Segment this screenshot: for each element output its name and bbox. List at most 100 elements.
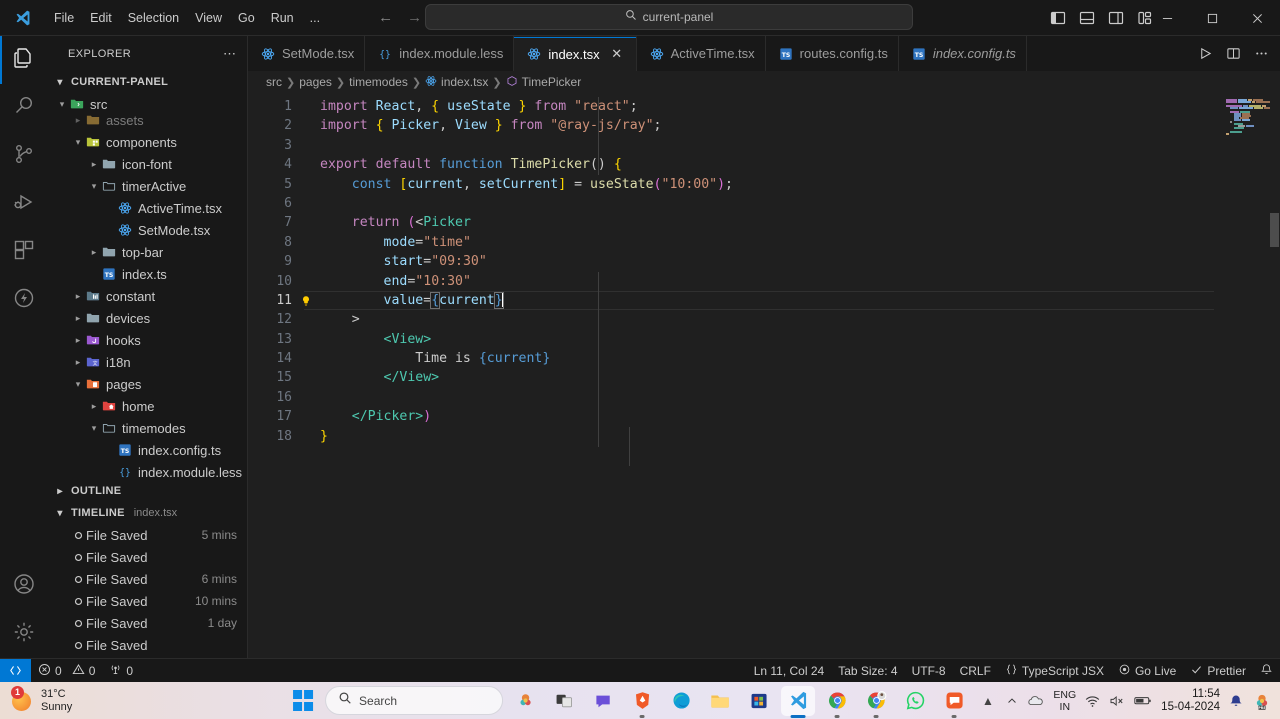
- tree-item-i18n[interactable]: ▸ 文 i18n: [48, 351, 247, 373]
- activity-accounts[interactable]: [0, 562, 48, 610]
- breadcrumb-item-TimePicker[interactable]: TimePicker: [506, 75, 581, 90]
- timeline-item[interactable]: File Saved 5 mins: [48, 524, 247, 546]
- editor-encoding-status[interactable]: UTF-8: [905, 659, 953, 683]
- breadcrumb-item-index-tsx[interactable]: index.tsx: [425, 75, 488, 90]
- menu-file[interactable]: File: [46, 7, 82, 29]
- timeline-item[interactable]: File Saved 1 day: [48, 612, 247, 634]
- copilot-pre-icon[interactable]: PRE: [1252, 691, 1272, 711]
- breadcrumb-item-pages[interactable]: pages: [299, 75, 332, 89]
- timeline-section-header[interactable]: ▾ TIMELINE index.tsx: [48, 502, 247, 524]
- taskbar-whatsapp-icon[interactable]: [898, 686, 932, 716]
- tab-routes-config-ts[interactable]: TS routes.config.ts: [765, 36, 899, 71]
- file-tree[interactable]: ▾ src ▸ assets ▾ components ▸ icon-font …: [48, 93, 247, 480]
- tree-item-index-ts[interactable]: TS index.ts: [48, 263, 247, 285]
- menu-view[interactable]: View: [187, 7, 230, 29]
- taskbar-brave-icon[interactable]: [625, 686, 659, 718]
- tab-SetMode-tsx[interactable]: SetMode.tsx: [248, 36, 366, 71]
- tree-item-index-config-ts[interactable]: TS index.config.ts: [48, 439, 247, 461]
- language-indicator[interactable]: ENG IN: [1053, 689, 1076, 713]
- timeline-item[interactable]: File Saved: [48, 634, 247, 656]
- lightbulb-quickfix-icon[interactable]: [292, 295, 320, 307]
- timeline-item[interactable]: File Saved 10 mins: [48, 590, 247, 612]
- editor-indentation-status[interactable]: Tab Size: 4: [831, 659, 904, 683]
- close-button[interactable]: [1235, 0, 1280, 36]
- tree-item-pages[interactable]: ▾ pages: [48, 373, 247, 395]
- tree-item-home[interactable]: ▸ home: [48, 395, 247, 417]
- start-button[interactable]: [286, 686, 320, 716]
- activity-extensions[interactable]: [0, 228, 48, 276]
- remote-window-button[interactable]: [0, 658, 31, 683]
- activity-run-debug[interactable]: [0, 180, 48, 228]
- taskbar-chrome-icon[interactable]: [820, 686, 854, 718]
- timeline-item[interactable]: File Saved: [48, 546, 247, 568]
- wifi-icon[interactable]: [1085, 694, 1100, 708]
- close-icon[interactable]: ✕: [608, 45, 626, 63]
- timeline-item[interactable]: File Saved 6 mins: [48, 568, 247, 590]
- tree-item-SetMode-tsx[interactable]: SetMode.tsx: [48, 219, 247, 241]
- menu-edit[interactable]: Edit: [82, 7, 120, 29]
- activity-thunder-client[interactable]: [0, 276, 48, 324]
- activity-explorer[interactable]: [0, 36, 48, 84]
- maximize-button[interactable]: [1190, 0, 1235, 36]
- ellipsis-icon[interactable]: ⋯: [217, 46, 243, 62]
- taskbar-copilot-icon[interactable]: [508, 686, 542, 716]
- activity-search[interactable]: [0, 84, 48, 132]
- menu-go[interactable]: Go: [230, 7, 263, 29]
- tab-index-module-less[interactable]: {} index.module.less: [365, 36, 515, 71]
- notifications-status[interactable]: [1253, 659, 1280, 683]
- tree-item-ActiveTime-tsx[interactable]: ActiveTime.tsx: [48, 197, 247, 219]
- taskbar-search[interactable]: Search: [325, 686, 504, 715]
- volume-mute-icon[interactable]: [1109, 694, 1125, 708]
- tree-item-index-module-less[interactable]: {} index.module.less: [48, 461, 247, 480]
- tab-index-tsx[interactable]: index.tsx ✕: [514, 36, 637, 71]
- tree-item-components[interactable]: ▾ components: [48, 131, 247, 153]
- menu-selection[interactable]: Selection: [120, 7, 187, 29]
- taskbar-file-explorer-icon[interactable]: [703, 686, 737, 716]
- tray-expand-chevron-icon[interactable]: [1006, 695, 1018, 707]
- problems-errors-status[interactable]: 0 0: [31, 659, 102, 683]
- breadcrumb-item-src[interactable]: src: [266, 75, 282, 89]
- split-editor-button[interactable]: [1220, 41, 1246, 67]
- bell-icon[interactable]: [1229, 694, 1243, 708]
- minimize-button[interactable]: [1145, 0, 1190, 36]
- toggle-panel-button[interactable]: [1074, 5, 1100, 31]
- tree-item-constant[interactable]: ▸ constant: [48, 285, 247, 307]
- taskbar-task-view-icon[interactable]: [547, 686, 581, 716]
- taskbar-edge-icon[interactable]: [664, 686, 698, 716]
- ports-status[interactable]: 0: [102, 659, 140, 683]
- tree-item-timemodes[interactable]: ▾ timemodes: [48, 417, 247, 439]
- tab-ActiveTime-tsx[interactable]: ActiveTime.tsx: [636, 36, 766, 71]
- battery-icon[interactable]: [1134, 694, 1152, 707]
- weather-widget[interactable]: 1 31°C Sunny: [0, 685, 200, 714]
- code-editor[interactable]: 1 import React, { useState } from "react…: [248, 93, 1280, 658]
- menu-more[interactable]: ...: [302, 7, 328, 29]
- activity-manage-settings[interactable]: [0, 610, 48, 658]
- activity-source-control[interactable]: [0, 132, 48, 180]
- editor-language-status[interactable]: TypeScript JSX: [998, 659, 1111, 683]
- tree-item-devices[interactable]: ▸ devices: [48, 307, 247, 329]
- go-live-status[interactable]: Go Live: [1111, 659, 1183, 683]
- clock[interactable]: 11:54 15-04-2024: [1161, 688, 1220, 714]
- prettier-status[interactable]: Prettier: [1183, 659, 1253, 683]
- editor-overview-ruler[interactable]: [1266, 93, 1280, 658]
- minimap[interactable]: [1222, 93, 1280, 658]
- tree-item-timerActive[interactable]: ▾ timerActive: [48, 175, 247, 197]
- go-back-icon[interactable]: ←: [378, 10, 393, 25]
- editor-position-status[interactable]: Ln 11, Col 24: [747, 659, 832, 683]
- taskbar-chat-app-icon[interactable]: [937, 686, 971, 718]
- tree-item-hooks[interactable]: ▸ hooks: [48, 329, 247, 351]
- outline-section-header[interactable]: ▸ OUTLINE: [48, 480, 247, 502]
- taskbar-microsoft-store-icon[interactable]: [742, 686, 776, 716]
- tree-item-icon-font[interactable]: ▸ icon-font: [48, 153, 247, 175]
- explorer-root-section[interactable]: ▾ CURRENT-PANEL: [48, 71, 247, 93]
- menu-run[interactable]: Run: [263, 7, 302, 29]
- cloud-icon[interactable]: [1027, 694, 1044, 708]
- taskbar-chat-icon[interactable]: [586, 686, 620, 716]
- editor-scrollbar-thumb[interactable]: [1270, 213, 1279, 247]
- go-forward-icon[interactable]: →: [407, 10, 422, 25]
- code-scroll-area[interactable]: 1 import React, { useState } from "react…: [248, 93, 1222, 658]
- taskbar-vscode-icon[interactable]: [781, 685, 816, 718]
- command-center-search[interactable]: current-panel: [425, 4, 913, 30]
- toggle-secondary-sidebar-button[interactable]: [1103, 5, 1129, 31]
- more-actions-button[interactable]: [1248, 41, 1274, 67]
